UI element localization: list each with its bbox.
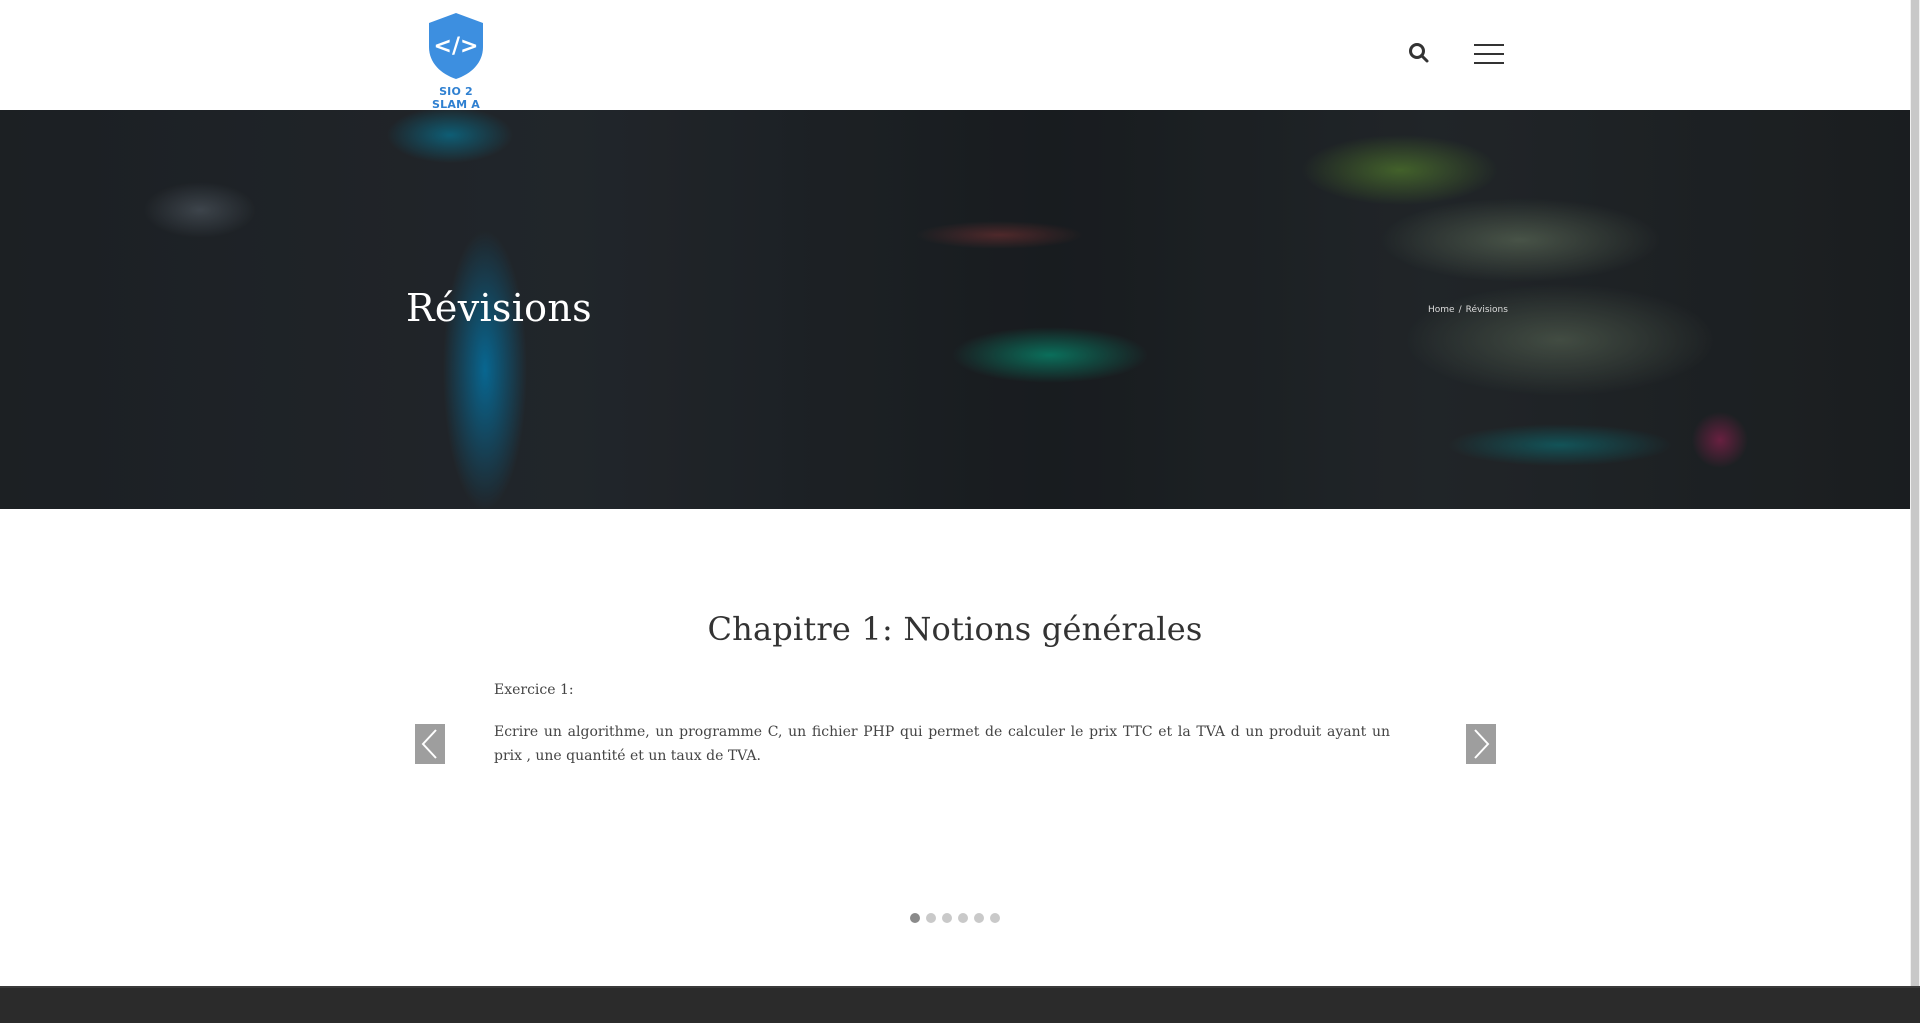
menu-icon	[1474, 44, 1504, 46]
slider-dot[interactable]	[910, 913, 920, 923]
logo-text: SIO 2 SLAM A	[432, 85, 480, 111]
chevron-left-icon	[421, 729, 437, 759]
breadcrumb-home[interactable]: Home	[1428, 305, 1455, 315]
page-title: Révisions	[406, 286, 592, 330]
shield-code-icon: </>	[429, 13, 483, 79]
breadcrumb-separator: /	[1458, 305, 1462, 315]
svg-text:</>: </>	[434, 34, 479, 59]
scrollbar-thumb[interactable]	[1911, 0, 1919, 986]
slider-prev-button[interactable]	[415, 724, 445, 764]
site-header: </> SIO 2 SLAM A	[0, 0, 1910, 111]
search-button[interactable]	[1408, 42, 1432, 66]
exercise-label: Exercice 1:	[494, 682, 574, 698]
chevron-right-icon	[1474, 729, 1490, 759]
slider-dot[interactable]	[942, 913, 952, 923]
menu-button[interactable]	[1474, 44, 1506, 66]
breadcrumb: Home / Révisions	[1428, 305, 1508, 315]
slider-next-button[interactable]	[1466, 724, 1496, 764]
hero-banner: Révisions Home / Révisions	[0, 110, 1910, 509]
slider-dot[interactable]	[958, 913, 968, 923]
slider-dot[interactable]	[926, 913, 936, 923]
slider-dot[interactable]	[990, 913, 1000, 923]
slider-pagination	[910, 913, 1000, 925]
slider-dot[interactable]	[974, 913, 984, 923]
search-icon	[1409, 43, 1429, 63]
exercise-text: Ecrire un algorithme, un programme C, un…	[494, 724, 1390, 764]
section-title: Chapitre 1: Notions générales	[707, 610, 1203, 648]
site-footer	[0, 986, 1920, 1023]
page-scrollbar[interactable]	[1910, 0, 1920, 986]
breadcrumb-current: Révisions	[1465, 305, 1508, 315]
site-logo[interactable]: </> SIO 2 SLAM A	[420, 11, 492, 111]
page: </> SIO 2 SLAM A Révisions Home / Révision…	[0, 0, 1910, 986]
hero-overlay	[0, 110, 1910, 509]
